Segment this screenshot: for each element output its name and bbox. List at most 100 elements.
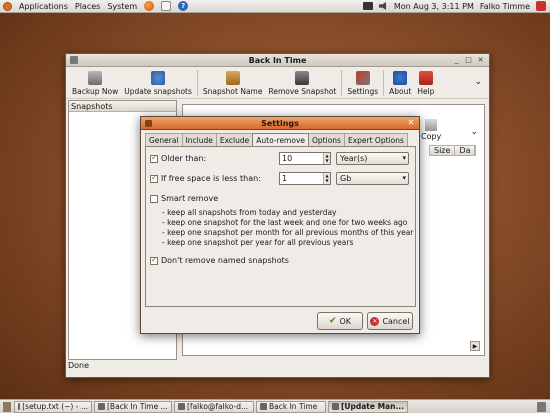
close-icon[interactable]: ✕ bbox=[406, 118, 416, 128]
settings-titlebar[interactable]: Settings ✕ bbox=[141, 117, 419, 130]
status-text: Done bbox=[68, 361, 90, 370]
chevron-down-icon: ▾ bbox=[402, 174, 406, 182]
smart-rule: - keep all snapshots from today and yest… bbox=[162, 208, 337, 217]
main-window-title: Back In Time bbox=[248, 55, 307, 65]
toolbar: Backup Now Update snapshots Snapshot Nam… bbox=[66, 67, 489, 99]
help-icon[interactable]: ? bbox=[178, 1, 189, 11]
info-icon bbox=[393, 71, 408, 85]
smart-remove-checkbox[interactable] bbox=[150, 194, 158, 203]
task-update-manager[interactable]: [Update Man... bbox=[328, 400, 408, 413]
column-date[interactable]: Da bbox=[455, 146, 476, 155]
older-than-checkbox[interactable] bbox=[150, 153, 158, 163]
dont-remove-named-checkbox[interactable] bbox=[150, 255, 158, 265]
snapshot-name-icon bbox=[225, 71, 240, 85]
refresh-icon bbox=[151, 71, 166, 85]
user-name[interactable]: Falko Timme bbox=[480, 2, 530, 11]
free-space-unit-select[interactable]: Gb ▾ bbox=[336, 172, 409, 185]
trash-icon[interactable] bbox=[537, 401, 546, 412]
free-space-label: If free space is less than: bbox=[161, 174, 261, 183]
volume-icon[interactable] bbox=[378, 2, 387, 10]
settings-dialog: Settings ✕ General Include Exclude Auto-… bbox=[140, 116, 420, 334]
window-menu-icon[interactable] bbox=[70, 56, 78, 64]
task-back-in-time[interactable]: Back In Time bbox=[256, 400, 326, 413]
older-than-spinner[interactable]: 10 ▲ ▼ bbox=[279, 152, 331, 165]
column-size[interactable]: Size bbox=[430, 146, 456, 155]
snapshots-header[interactable]: Snapshots bbox=[69, 101, 176, 112]
dialog-menu-icon[interactable] bbox=[145, 120, 152, 127]
tab-expert-options[interactable]: Expert Options bbox=[343, 133, 408, 147]
auto-remove-panel: Older than: 10 ▲▼ Year(s) ▾ If free spac… bbox=[145, 146, 416, 307]
trash-icon bbox=[295, 71, 310, 85]
snapshot-name-button[interactable]: Snapshot Name bbox=[200, 71, 266, 96]
ubuntu-logo-icon[interactable] bbox=[3, 1, 12, 11]
older-than-label: Older than: bbox=[161, 154, 207, 163]
smart-rule: - keep one snapshot per year for all pre… bbox=[162, 238, 354, 247]
menu-applications[interactable]: Applications bbox=[19, 2, 68, 11]
tab-exclude[interactable]: Exclude bbox=[215, 133, 254, 147]
smart-rule: - keep one snapshot for the last week an… bbox=[162, 218, 408, 227]
checkmark-icon: ✔ bbox=[328, 316, 337, 326]
minimize-icon[interactable]: _ bbox=[452, 56, 461, 65]
taskbar: [setup.txt (~) - ... [Back In Time ... [… bbox=[0, 399, 550, 413]
firefox-icon[interactable] bbox=[144, 1, 155, 11]
backup-now-button[interactable]: Backup Now bbox=[69, 71, 121, 96]
settings-icon bbox=[355, 71, 370, 85]
backup-icon bbox=[260, 403, 267, 410]
cancel-button[interactable]: ✕ Cancel bbox=[367, 312, 413, 330]
smart-rule: - keep one snapshot per month for all pr… bbox=[162, 228, 414, 237]
chevron-down-icon: ▾ bbox=[402, 154, 406, 162]
settings-button[interactable]: Settings bbox=[344, 71, 381, 96]
older-than-unit-select[interactable]: Year(s) ▾ bbox=[336, 152, 409, 165]
toolbar-separator bbox=[196, 70, 198, 96]
help-button[interactable]: Help bbox=[414, 71, 437, 96]
toolbar-separator bbox=[341, 70, 343, 96]
tab-options[interactable]: Options bbox=[308, 133, 345, 147]
cancel-icon: ✕ bbox=[370, 316, 380, 326]
firefox-icon bbox=[98, 403, 105, 410]
copy-button[interactable]: Copy bbox=[421, 119, 441, 141]
free-space-checkbox[interactable] bbox=[150, 173, 158, 183]
text-editor-icon bbox=[18, 403, 21, 410]
task-back-in-time-browser[interactable]: [Back In Time ... bbox=[94, 400, 172, 413]
close-icon[interactable]: ✕ bbox=[476, 56, 485, 65]
tab-general[interactable]: General bbox=[145, 133, 183, 147]
dont-remove-named-row: Don't remove named snapshots bbox=[150, 255, 289, 265]
menu-system[interactable]: System bbox=[107, 2, 137, 11]
tab-include[interactable]: Include bbox=[181, 133, 217, 147]
spinner-arrows-icon[interactable]: ▲ ▼ bbox=[323, 153, 330, 164]
power-icon[interactable] bbox=[536, 1, 546, 11]
task-setup-txt[interactable]: [setup.txt (~) - ... bbox=[14, 400, 92, 413]
older-than-row: Older than: bbox=[150, 153, 207, 163]
free-space-spinner[interactable]: 1 ▲ ▼ bbox=[279, 172, 331, 185]
network-icon[interactable] bbox=[362, 2, 373, 10]
update-snapshots-button[interactable]: Update snapshots bbox=[121, 71, 195, 96]
terminal-icon bbox=[178, 403, 185, 410]
dont-remove-named-label: Don't remove named snapshots bbox=[161, 256, 289, 265]
settings-title: Settings bbox=[261, 119, 299, 128]
main-titlebar[interactable]: Back In Time _ □ ✕ bbox=[66, 54, 489, 67]
task-terminal[interactable]: [falko@falko-d... bbox=[174, 400, 254, 413]
clock[interactable]: Mon Aug 3, 3:11 PM bbox=[394, 2, 474, 11]
file-list-header: Size Da bbox=[429, 145, 477, 156]
toolbar-overflow-chevron-icon[interactable]: ⌄ bbox=[474, 77, 486, 87]
top-panel: Applications Places System ? Mon Aug 3, … bbox=[0, 0, 550, 13]
show-desktop-icon[interactable] bbox=[3, 401, 11, 412]
toolbar-separator bbox=[383, 70, 385, 96]
about-button[interactable]: About bbox=[386, 71, 414, 96]
smart-remove-rules: - keep all snapshots from today and yest… bbox=[162, 208, 413, 248]
smart-remove-label: Smart remove bbox=[161, 194, 219, 203]
ok-button[interactable]: ✔ OK bbox=[317, 312, 363, 330]
help-book-icon bbox=[418, 71, 433, 85]
smart-remove-row: Smart remove bbox=[150, 194, 218, 203]
scroll-right-arrow[interactable]: ▶ bbox=[470, 341, 480, 351]
maximize-icon[interactable]: □ bbox=[464, 56, 473, 65]
update-icon bbox=[332, 403, 339, 410]
copy-icon bbox=[425, 119, 438, 131]
menu-places[interactable]: Places bbox=[75, 2, 100, 11]
remove-snapshot-button[interactable]: Remove Snapshot bbox=[265, 71, 339, 96]
tab-auto-remove[interactable]: Auto-remove bbox=[252, 133, 310, 147]
backup-icon bbox=[88, 71, 103, 85]
mail-icon[interactable] bbox=[161, 1, 172, 11]
chevron-down-icon[interactable]: ⌄ bbox=[470, 127, 478, 137]
spinner-arrows-icon[interactable]: ▲ ▼ bbox=[323, 173, 330, 184]
